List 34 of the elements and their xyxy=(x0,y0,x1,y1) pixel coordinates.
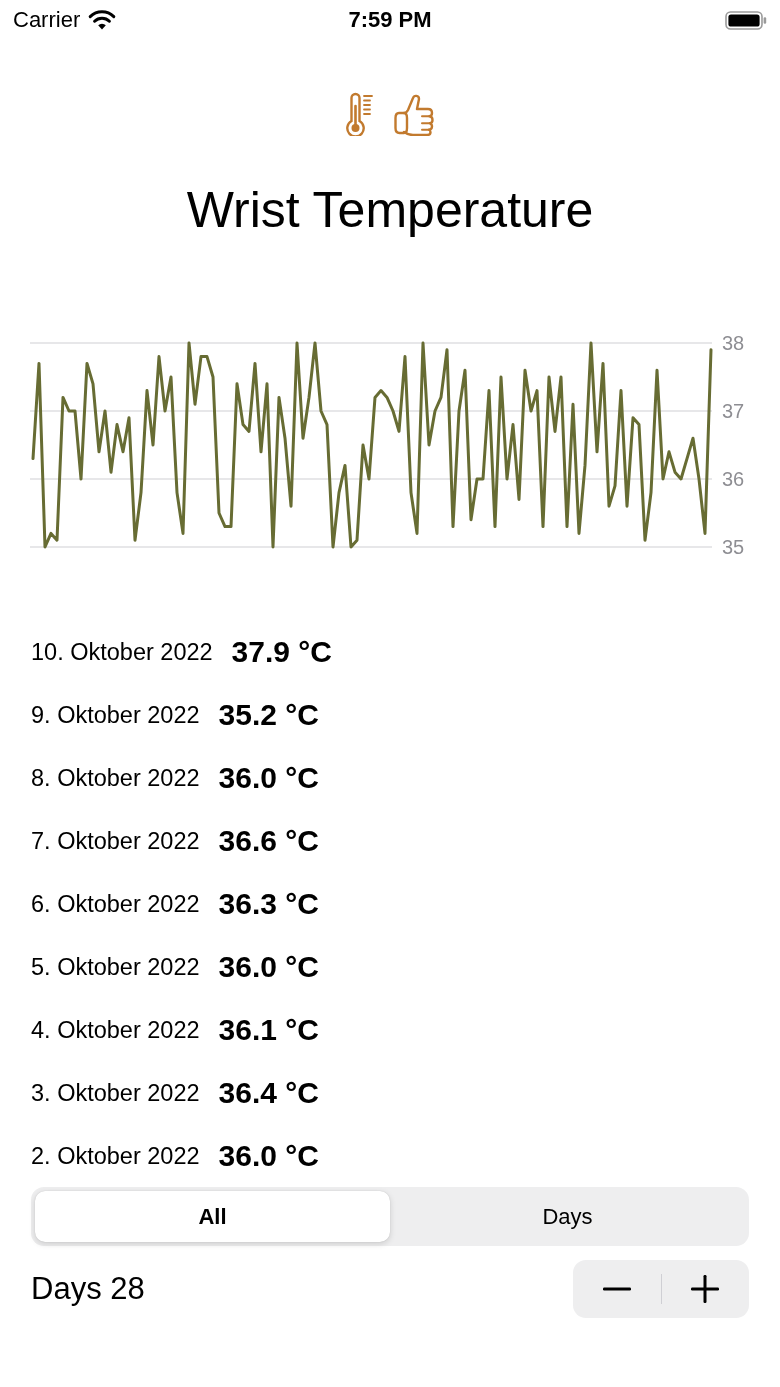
time-label: 7:59 PM xyxy=(348,7,432,33)
temperature-value: 36.1 °C xyxy=(218,1011,319,1048)
date-label: 6. Oktober 2022 xyxy=(31,889,200,918)
temperature-value: 36.3 °C xyxy=(218,885,319,922)
screen-title: Wrist Temperature xyxy=(185,181,595,240)
date-label: 8. Oktober 2022 xyxy=(31,763,200,792)
temperature-value: 37.9 °C xyxy=(231,633,332,670)
temperature-value: 36.0 °C xyxy=(218,1137,319,1174)
temperature-value: 36.0 °C xyxy=(218,948,319,985)
temperature-value: 35.2 °C xyxy=(218,696,319,733)
y-axis-label: 38 xyxy=(722,332,745,354)
date-label: 3. Oktober 2022 xyxy=(31,1078,200,1107)
wifi-icon xyxy=(88,10,117,30)
date-label: 10. Oktober 2022 xyxy=(31,637,213,666)
date-label: 4. Oktober 2022 xyxy=(31,1015,200,1044)
date-label: 2. Oktober 2022 xyxy=(31,1141,200,1170)
days-label: Days 28 xyxy=(31,1270,145,1308)
plus-icon xyxy=(691,1275,720,1303)
thumbs-up-icon xyxy=(393,92,435,136)
y-axis-label: 36 xyxy=(722,468,745,490)
y-axis-label: 35 xyxy=(722,536,745,558)
battery-icon xyxy=(725,10,767,30)
segment-tab[interactable]: All xyxy=(35,1191,390,1242)
date-label: 5. Oktober 2022 xyxy=(31,952,200,981)
carrier-label: Carrier xyxy=(13,7,81,33)
minus-icon xyxy=(602,1287,631,1291)
temperature-value: 36.0 °C xyxy=(218,759,319,796)
date-label: 7. Oktober 2022 xyxy=(31,826,200,855)
temperature-value: 36.4 °C xyxy=(218,1074,319,1111)
date-label: 9. Oktober 2022 xyxy=(31,700,200,729)
segment-tab[interactable]: Days xyxy=(390,1191,745,1242)
thermometer-icon xyxy=(345,92,375,136)
y-axis-label: 37 xyxy=(722,400,745,422)
temperature-value: 36.6 °C xyxy=(218,822,319,859)
